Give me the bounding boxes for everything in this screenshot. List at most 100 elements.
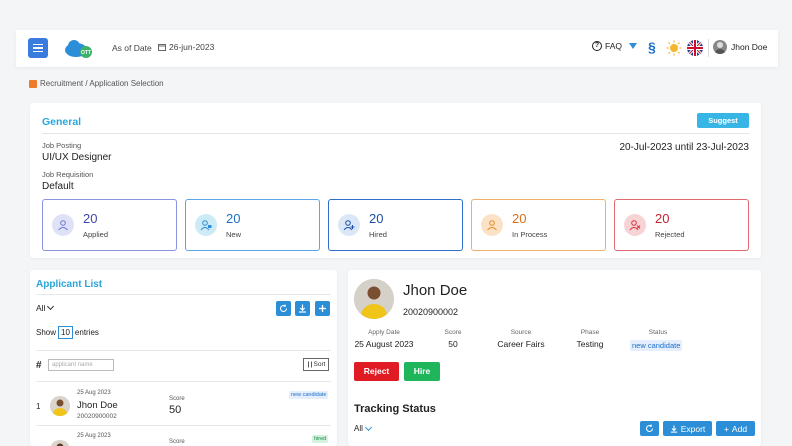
entries-select[interactable]: 10 <box>58 326 73 339</box>
avatar <box>354 279 394 319</box>
stat-hired[interactable]: 20 Hired <box>328 199 463 251</box>
stat-count: 20 <box>226 211 241 226</box>
apply-date-value: 25 August 2023 <box>354 339 414 349</box>
status-badge: new candidate <box>630 340 683 351</box>
refresh-button[interactable] <box>276 301 291 316</box>
row-score-label: Score <box>169 439 185 445</box>
score-value: 50 <box>448 339 458 349</box>
s-logo-icon[interactable]: § <box>648 39 656 55</box>
top-bar: OTT As of Date 26-jun-2023 ? FAQ § Jhon … <box>16 30 778 67</box>
user-process-icon <box>481 214 503 236</box>
plus-icon: + <box>723 423 729 434</box>
divider <box>36 350 331 351</box>
download-button[interactable] <box>295 301 310 316</box>
breadcrumb-text[interactable]: Recruitment / Application Selection <box>40 79 164 88</box>
source-label: Source <box>510 329 532 336</box>
add-button[interactable] <box>315 301 330 316</box>
phase-value: Testing <box>576 339 604 349</box>
divider <box>36 294 331 295</box>
tracking-filter-value: All <box>354 424 363 433</box>
row-score-label: Score <box>169 396 185 402</box>
row-id: 20020900002 <box>77 413 117 420</box>
stat-label: Applied <box>83 230 109 239</box>
filter-value: All <box>36 303 46 313</box>
suggest-button[interactable]: Suggest <box>697 113 749 128</box>
reject-button[interactable]: Reject <box>354 362 399 381</box>
job-requisition-label: Job Requisition <box>42 170 94 179</box>
refresh-icon <box>280 304 287 312</box>
column-hash: # <box>36 360 42 371</box>
job-posting-label: Job Posting <box>42 141 82 150</box>
phase-label: Phase <box>580 329 600 336</box>
add-label: Add <box>731 423 748 434</box>
refresh-icon <box>646 424 653 432</box>
chevron-down-icon <box>364 423 372 431</box>
hire-button[interactable]: Hire <box>404 362 440 381</box>
export-button[interactable]: Export <box>663 421 712 436</box>
sort-button[interactable]: Sort <box>303 358 329 371</box>
stat-label: Rejected <box>655 230 685 239</box>
row-score: 50 <box>169 404 182 416</box>
stat-count: 20 <box>369 211 384 226</box>
as-of-date[interactable]: 26-jun-2023 <box>158 42 214 52</box>
faq-menu[interactable]: ? FAQ <box>592 41 638 51</box>
stat-count: 20 <box>512 211 527 226</box>
row-date: 25 Aug 2023 <box>77 433 111 439</box>
show-entries: Show 10 entries <box>36 326 99 339</box>
sun-icon[interactable] <box>666 40 682 56</box>
applicant-name: Jhon Doe <box>403 282 468 299</box>
stat-applied[interactable]: 20 Applied <box>42 199 177 251</box>
user-name: Jhon Doe <box>731 42 768 52</box>
as-of-date-value: 26-jun-2023 <box>169 42 215 52</box>
stat-count: 20 <box>655 211 670 226</box>
user-new-icon <box>195 214 217 236</box>
stat-label: Hired <box>369 230 387 239</box>
job-posting-value: UI/UX Designer <box>42 152 112 163</box>
user-plus-icon <box>338 214 360 236</box>
as-of-label: As of Date <box>112 43 152 53</box>
refresh-button[interactable] <box>640 421 659 436</box>
chevron-down-icon <box>47 302 55 311</box>
divider <box>36 425 331 426</box>
stat-rejected[interactable]: 20 Rejected <box>614 199 749 251</box>
avatar <box>50 440 70 446</box>
tracking-status-title: Tracking Status <box>354 403 436 415</box>
status-label: Status <box>648 329 668 336</box>
caret-down-icon <box>629 43 638 49</box>
applicant-search-input[interactable]: applicant name <box>48 359 114 371</box>
status-badge: hired <box>312 435 329 443</box>
uk-flag-icon[interactable] <box>687 40 703 56</box>
stat-in-process[interactable]: 20 In Process <box>471 199 606 251</box>
cloud-logo-icon: OTT <box>65 40 92 58</box>
applicant-id: 20020900002 <box>403 307 459 317</box>
stat-label: In Process <box>512 230 548 239</box>
home-icon[interactable] <box>29 79 37 88</box>
stat-new[interactable]: 20 New <box>185 199 320 251</box>
user-x-icon <box>624 214 646 236</box>
avatar <box>50 396 70 416</box>
row-name: Jhon Doe <box>77 400 118 411</box>
sort-icon <box>307 361 312 368</box>
applicant-list-card: Applicant List All Show 10 entries # app… <box>30 270 337 446</box>
filter-dropdown[interactable]: All <box>36 302 55 313</box>
tracking-filter-dropdown[interactable]: All <box>354 423 372 433</box>
general-title: General <box>42 116 82 128</box>
faq-label: FAQ <box>605 41 623 51</box>
user-icon <box>52 214 74 236</box>
user-menu[interactable]: Jhon Doe <box>713 40 767 54</box>
plus-icon <box>319 305 326 312</box>
row-number: 1 <box>36 402 41 411</box>
export-label: Export <box>680 423 706 434</box>
general-card: General Suggest Job Posting UI/UX Design… <box>30 103 761 258</box>
download-icon <box>299 304 306 313</box>
help-icon: ? <box>592 41 602 51</box>
logo-text: OTT <box>81 50 91 56</box>
score-label: Score <box>444 329 462 336</box>
add-tracking-button[interactable]: + Add <box>716 421 755 436</box>
row-date: 25 Aug 2023 <box>77 390 111 396</box>
calendar-icon <box>158 44 166 51</box>
stat-label: New <box>226 230 242 239</box>
applicant-detail-card: Jhon Doe 20020900002 Apply Date 25 Augus… <box>348 270 761 446</box>
menu-icon[interactable] <box>28 38 48 58</box>
apply-date-label: Apply Date <box>368 329 400 336</box>
